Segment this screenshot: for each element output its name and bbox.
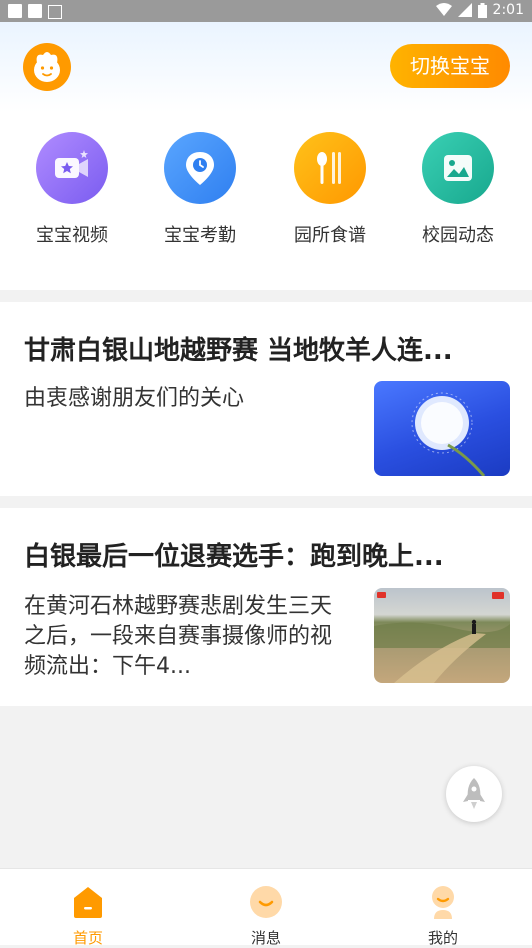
news-description: 由衷感谢朋友们的关心	[24, 386, 245, 411]
notification-icon	[8, 4, 22, 18]
status-bar: 2:01	[0, 0, 532, 22]
bottom-tab-bar: 首页 消息 我的	[0, 868, 532, 948]
location-clock-icon	[164, 132, 236, 204]
news-thumbnail-trail	[374, 588, 510, 683]
menu-item-campus-news[interactable]: 校园动态	[398, 132, 518, 247]
news-title: 白银最后一位退赛选手：跑到晚上...	[24, 542, 444, 572]
baby-face-icon	[34, 52, 60, 82]
switch-baby-button[interactable]: 切换宝宝	[390, 44, 510, 88]
menu-item-baby-attendance[interactable]: 宝宝考勤	[140, 132, 260, 247]
tab-home[interactable]: 首页	[28, 869, 148, 948]
notification-icon-2	[28, 4, 42, 18]
tab-messages[interactable]: 消息	[206, 869, 326, 948]
app-logo-avatar[interactable]	[23, 43, 71, 91]
header-section: 切换宝宝 宝宝视频 宝宝考勤 园所食谱 校园动态	[0, 22, 532, 290]
news-card[interactable]: 甘肃白银山地越野赛 当地牧羊人连... 由衷感谢朋友们的关心	[0, 302, 532, 496]
menu-label-school-menu: 园所食谱	[294, 225, 366, 246]
news-card[interactable]: 白银最后一位退赛选手：跑到晚上... 在黄河石林越野赛悲剧发生三天之后，一段来自…	[0, 508, 532, 706]
back-to-top-button[interactable]	[446, 766, 502, 822]
status-time: 2:01	[492, 2, 524, 18]
notification-icon-3	[48, 5, 62, 19]
tab-label-home: 首页	[72, 929, 103, 947]
tab-mine[interactable]: 我的	[383, 869, 503, 948]
news-thumbnail-dandelion	[374, 381, 510, 476]
news-title: 甘肃白银山地越野赛 当地牧羊人连...	[24, 336, 453, 366]
spoon-fork-icon	[294, 132, 366, 204]
rocket-icon	[463, 778, 485, 809]
tab-label-mine: 我的	[427, 929, 458, 947]
wifi-icon	[435, 3, 452, 16]
menu-label-baby-attendance: 宝宝考勤	[164, 225, 236, 246]
tab-label-messages: 消息	[250, 929, 281, 947]
news-description: 在黄河石林越野赛悲剧发生三天之后，一段来自赛事摄像师的视频流出：下午4...	[24, 594, 333, 679]
home-icon	[74, 887, 102, 918]
signal-icon	[457, 3, 472, 17]
picture-icon	[422, 132, 494, 204]
menu-label-campus-news: 校园动态	[422, 225, 494, 246]
profile-icon	[432, 886, 454, 919]
message-icon	[250, 886, 282, 918]
video-star-icon	[36, 132, 108, 204]
menu-label-baby-video: 宝宝视频	[36, 225, 108, 246]
menu-item-school-menu[interactable]: 园所食谱	[270, 132, 390, 247]
battery-icon	[477, 2, 487, 18]
menu-item-baby-video[interactable]: 宝宝视频	[12, 132, 132, 247]
